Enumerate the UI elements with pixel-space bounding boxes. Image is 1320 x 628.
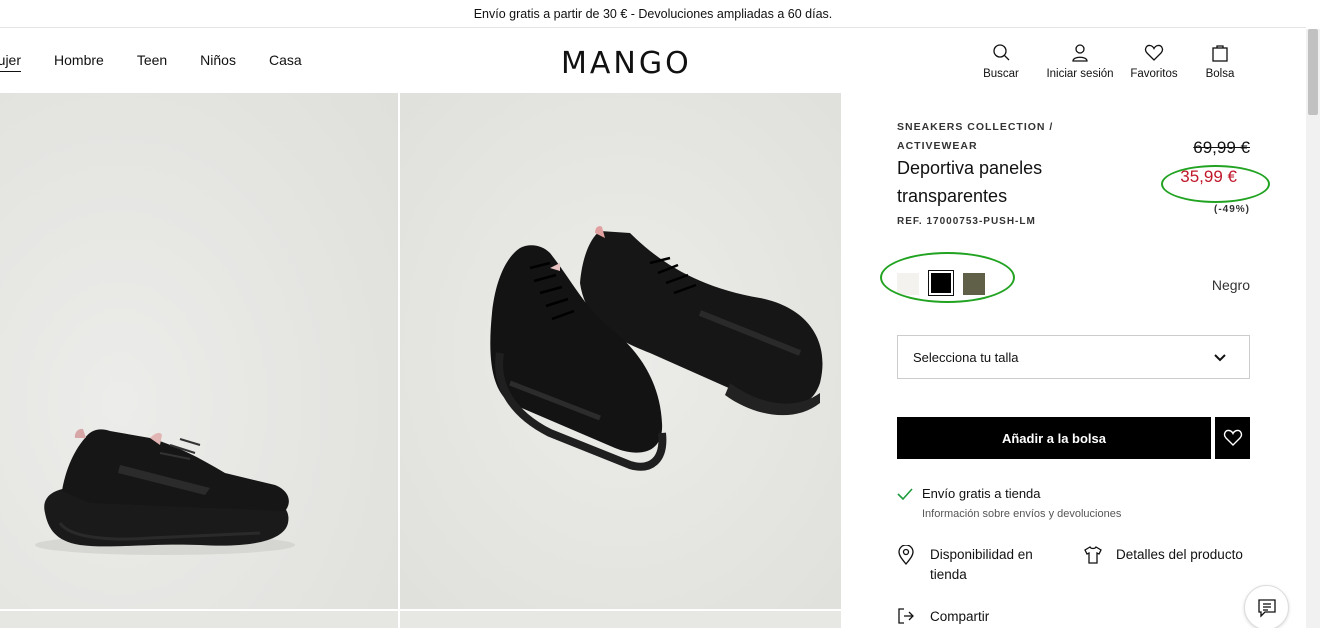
main-nav: Mujer Hombre Teen Niños Casa: [0, 52, 335, 72]
product-image-3[interactable]: [0, 611, 398, 628]
tshirt-icon: [1084, 546, 1102, 564]
shipping-label: Envío gratis a tienda: [922, 486, 1041, 501]
product-title: Deportiva paneles transparentes: [897, 158, 1043, 206]
price-annotation-circle: [1161, 165, 1270, 203]
size-select-label: Selecciona tu talla: [913, 349, 1019, 365]
location-pin-icon: [898, 545, 914, 565]
shipping-info-link[interactable]: Información sobre envíos y devoluciones: [922, 508, 1121, 520]
favorites-label: Favoritos: [1130, 68, 1178, 80]
discount-badge: (-49%): [1213, 204, 1250, 215]
share-label: Compartir: [930, 608, 990, 624]
shipping-info: Envío gratis a tienda: [897, 486, 1041, 501]
nav-item-mujer[interactable]: Mujer: [0, 52, 22, 72]
heart-icon: [1223, 429, 1242, 446]
breadcrumb[interactable]: SNEAKERS COLLECTION / ACTIVEWEAR: [897, 118, 1087, 156]
mango-logo[interactable]: MANGO: [561, 46, 692, 81]
store-availability-button[interactable]: Disponibilidad en tienda: [897, 545, 1050, 585]
sneaker-pair-illustration: [400, 93, 841, 609]
chat-button[interactable]: [1244, 585, 1289, 628]
swatch-annotation-circle: [880, 252, 1015, 303]
chevron-down-icon: [1214, 354, 1226, 362]
price-original: 69,99 €: [1193, 138, 1250, 157]
check-icon: [897, 487, 913, 500]
search-icon: [993, 44, 1010, 61]
favorites-button[interactable]: Favoritos: [1128, 43, 1180, 80]
sneaker-side-illustration: [0, 93, 398, 609]
add-to-bag-button[interactable]: Añadir a la bolsa: [897, 417, 1211, 459]
promo-bar: Envío gratis a partir de 30 € - Devoluci…: [0, 0, 1306, 28]
scrollbar-thumb[interactable]: [1308, 29, 1318, 115]
search-button[interactable]: Buscar: [980, 43, 1022, 80]
product-ref: REF. 17000753-PUSH-LM: [897, 216, 1036, 227]
nav-item-teen[interactable]: Teen: [137, 52, 167, 72]
login-label: Iniciar sesión: [1046, 68, 1114, 80]
scrollbar-track[interactable]: [1306, 29, 1320, 628]
share-button[interactable]: Compartir: [897, 607, 989, 625]
product-image-side[interactable]: [0, 93, 398, 609]
header: Mujer Hombre Teen Niños Casa MANGO Busca…: [0, 29, 1306, 93]
nav-item-hombre[interactable]: Hombre: [54, 52, 104, 72]
product-details-label: Detalles del producto: [1116, 547, 1243, 562]
nav-item-ninos[interactable]: Niños: [200, 52, 236, 72]
product-image-4[interactable]: [400, 611, 841, 628]
share-icon: [898, 608, 914, 624]
product-details-button[interactable]: Detalles del producto: [1083, 545, 1243, 565]
heart-icon: [1144, 44, 1164, 61]
user-icon: [1072, 44, 1088, 62]
product-image-pair[interactable]: [400, 93, 841, 609]
add-to-favorites-button[interactable]: [1215, 417, 1250, 459]
chat-icon: [1257, 598, 1276, 618]
nav-item-casa[interactable]: Casa: [269, 52, 302, 72]
size-select[interactable]: Selecciona tu talla: [897, 335, 1250, 379]
search-label: Buscar: [983, 68, 1019, 80]
bag-label: Bolsa: [1205, 68, 1235, 80]
promo-text: Envío gratis a partir de 30 € - Devoluci…: [473, 6, 833, 21]
login-button[interactable]: Iniciar sesión: [1045, 43, 1115, 80]
store-availability-label: Disponibilidad en tienda: [930, 547, 1033, 582]
bag-button[interactable]: Bolsa: [1204, 43, 1236, 80]
header-actions: Buscar Iniciar sesión Favoritos Bolsa: [980, 43, 1236, 80]
bag-icon: [1212, 45, 1228, 62]
selected-color-name: Negro: [1211, 277, 1250, 293]
